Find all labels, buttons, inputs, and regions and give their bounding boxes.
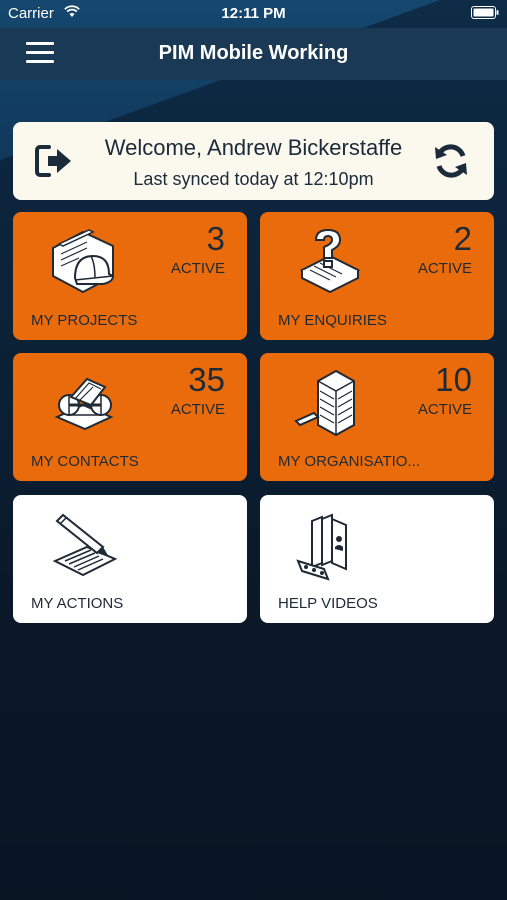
enquiries-count: 2 [453, 220, 472, 257]
books-film-icon [296, 513, 347, 581]
tile-label-actions: MY ACTIONS [31, 595, 124, 612]
tile-my-actions[interactable]: MY ACTIONS [13, 495, 247, 623]
office-building-icon [294, 369, 355, 437]
last-synced-text: Last synced today at 12:10pm [133, 169, 374, 189]
contacts-status: ACTIVE [170, 401, 225, 418]
tile-label-organisations: MY ORGANISATIO... [278, 453, 420, 470]
organisations-count: 10 [435, 361, 472, 398]
tile-my-contacts[interactable]: 35 ACTIVE MY CONTACTS [13, 353, 247, 481]
tile-my-projects[interactable]: 3 ACTIVE MY PROJECTS [13, 212, 247, 340]
tile-label-help-videos: HELP VIDEOS [278, 595, 378, 612]
contacts-count: 35 [188, 361, 225, 398]
question-mark-icon [299, 228, 361, 294]
tile-label-enquiries: MY ENQUIRIES [278, 312, 387, 329]
rolodex-icon [54, 377, 114, 431]
construction-helmet-icon [52, 229, 115, 294]
tile-label-projects: MY PROJECTS [31, 312, 138, 329]
tile-my-enquiries[interactable]: 2 ACTIVE MY ENQUIRIES [260, 212, 494, 340]
refresh-icon[interactable] [432, 142, 470, 180]
navigation-bar: PIM Mobile Working [0, 28, 507, 80]
battery-icon [471, 6, 499, 19]
welcome-greeting: Welcome, Andrew Bickerstaffe [104, 135, 403, 160]
tile-help-videos[interactable]: HELP VIDEOS [260, 495, 494, 623]
status-bar: Carrier 12:11 PM [0, 0, 507, 28]
tile-my-organisations[interactable]: 10 ACTIVE MY ORGANISATIO... [260, 353, 494, 481]
status-time: 12:11 PM [221, 5, 286, 22]
organisations-status: ACTIVE [417, 401, 472, 418]
projects-status: ACTIVE [170, 260, 225, 277]
welcome-card: Welcome, Andrew Bickerstaffe Last synced… [13, 122, 494, 200]
projects-count: 3 [206, 220, 225, 257]
page-title: PIM Mobile Working [158, 42, 349, 64]
pencil-notepad-icon [52, 513, 118, 577]
enquiries-status: ACTIVE [417, 260, 472, 277]
tile-label-contacts: MY CONTACTS [31, 453, 139, 470]
